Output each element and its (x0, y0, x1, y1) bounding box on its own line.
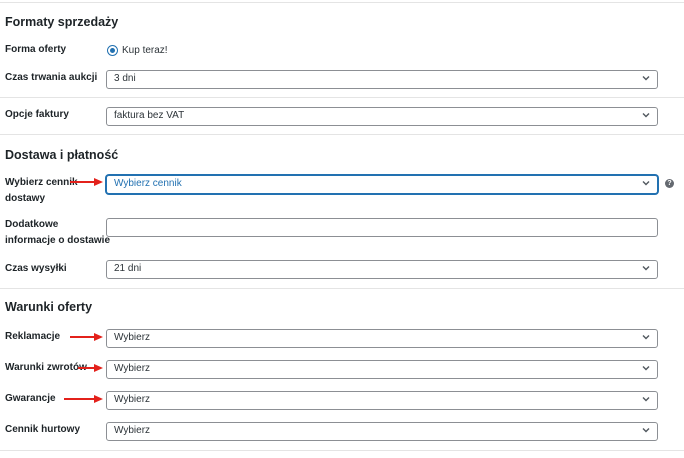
annotation-arrow (78, 364, 103, 372)
divider-2 (0, 134, 684, 135)
dispatch-time-value: 21 dni (114, 263, 142, 274)
label-dispatch-time: Czas wysyłki (5, 263, 67, 274)
chevron-down-icon (642, 76, 650, 81)
invoice-options-select[interactable]: faktura bez VAT (106, 107, 658, 126)
label-extra-delivery-info-line2: informacje o dostawie (5, 235, 111, 246)
section-title-offer-terms: Warunki oferty (5, 300, 93, 314)
radio-buy-now[interactable] (107, 45, 118, 56)
label-wholesale-price-list: Cennik hurtowy (5, 424, 81, 435)
label-shipping-price-list-line1: Wybierz cennik (5, 177, 78, 188)
label-complaints: Reklamacje (5, 331, 61, 342)
chevron-down-icon (642, 397, 650, 402)
annotation-arrow (70, 333, 103, 341)
bottom-divider (0, 450, 684, 451)
warranty-value: Wybierz (114, 394, 151, 405)
label-shipping-price-list: Wybierz cennik dostawy (5, 175, 78, 207)
dispatch-time-select[interactable]: 21 dni (106, 260, 658, 279)
annotation-arrow (64, 395, 103, 403)
label-extra-delivery-info-line1: Dodatkowe (5, 219, 59, 230)
return-policy-value: Wybierz (114, 363, 151, 374)
label-extra-delivery-info: Dodatkowe informacje o dostawie (5, 217, 110, 249)
chevron-down-icon (642, 113, 650, 118)
shipping-price-list-select[interactable]: Wybierz cennik (106, 175, 658, 194)
chevron-down-icon (642, 366, 650, 371)
auction-duration-value: 3 dni (114, 73, 136, 84)
auction-duration-select[interactable]: 3 dni (106, 70, 658, 89)
return-policy-select[interactable]: Wybierz (106, 360, 658, 379)
chevron-down-icon (642, 335, 650, 340)
label-auction-duration: Czas trwania aukcji (5, 72, 98, 83)
label-offer-form: Forma oferty (5, 44, 67, 55)
chevron-down-icon (642, 428, 650, 433)
label-invoice-options: Opcje faktury (5, 109, 69, 120)
question-circle-icon[interactable]: ? (665, 179, 674, 188)
chevron-down-icon (642, 266, 650, 271)
divider-1 (0, 97, 684, 98)
label-return-policy: Warunki zwrotów (5, 362, 87, 373)
label-shipping-price-list-line2: dostawy (5, 193, 46, 204)
warranty-select[interactable]: Wybierz (106, 391, 658, 410)
shipping-price-list-value: Wybierz cennik (114, 178, 182, 189)
wholesale-price-list-value: Wybierz (114, 425, 151, 436)
wholesale-price-list-select[interactable]: Wybierz (106, 422, 658, 441)
annotation-arrow (70, 178, 103, 186)
section-title-sale-formats: Formaty sprzedaży (5, 15, 119, 29)
extra-delivery-info-input[interactable] (106, 218, 658, 237)
invoice-options-value: faktura bez VAT (114, 110, 185, 121)
section-title-delivery: Dostawa i płatność (5, 148, 119, 162)
radio-buy-now-label[interactable]: Kup teraz! (122, 45, 168, 56)
top-divider (0, 2, 684, 3)
divider-3 (0, 288, 684, 289)
label-warranty: Gwarancje (5, 393, 56, 404)
chevron-down-icon (642, 181, 650, 186)
complaints-select[interactable]: Wybierz (106, 329, 658, 348)
complaints-value: Wybierz (114, 332, 151, 343)
